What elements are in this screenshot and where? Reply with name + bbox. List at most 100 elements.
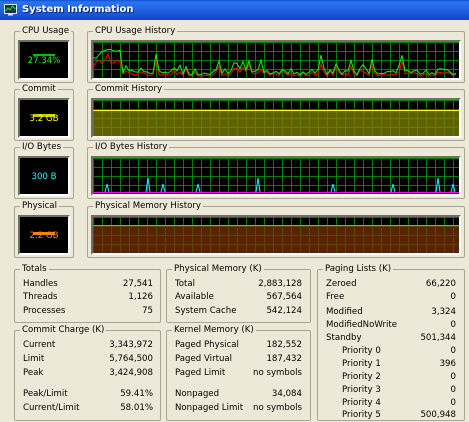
stat-label: Priority 4 [342, 398, 381, 408]
physical-history-group: Physical Memory History [87, 201, 465, 258]
io-history-group: I/O Bytes History [87, 142, 465, 199]
stat-row: Nonpaged Limit no symbols [175, 403, 302, 414]
title-bar[interactable]: System Information [0, 0, 469, 20]
commit-fill [93, 110, 459, 136]
stat-value: 3,324 [431, 307, 456, 317]
stat-label: Priority 3 [342, 385, 381, 395]
stat-row: Peak/Limit 59.41% [23, 389, 153, 400]
stat-row: Paged Physical 182,552 [175, 340, 302, 351]
commit-history-graph [91, 98, 461, 138]
stat-label: Threads [23, 292, 58, 302]
stat-value: 5,764,500 [109, 354, 153, 364]
physical-history-plot [93, 217, 459, 253]
io-bytes-group: I/O Bytes 300 B [14, 142, 74, 199]
commit-history-group: Commit History [87, 84, 465, 141]
stat-value: 1,126 [128, 292, 153, 302]
stat-label: Peak [23, 368, 44, 378]
stat-label: System Cache [175, 306, 237, 316]
stat-label: Priority 5 [342, 410, 381, 420]
stat-label: Free [326, 292, 345, 302]
stat-row: Total 2,883,128 [175, 279, 302, 290]
commit-label: Commit [20, 84, 58, 95]
cpu-usage-value: 27.34% [27, 56, 61, 66]
stat-value: 34,084 [271, 389, 302, 399]
stat-value: 396 [439, 359, 456, 369]
stat-value: 27,541 [122, 279, 153, 289]
stat-label: Peak/Limit [23, 389, 68, 399]
commit-meter: 3.2 GB [18, 98, 70, 138]
stat-value: 187,432 [266, 354, 302, 364]
stat-label: Standby [326, 333, 362, 343]
cpu-history-plot [93, 42, 459, 78]
stat-row: Priority 5 500,948 [342, 410, 456, 421]
io-history-label: I/O Bytes History [93, 142, 170, 153]
stat-row: System Cache 542,124 [175, 306, 302, 317]
stat-value: no symbols [253, 403, 302, 413]
io-history-plot [93, 158, 459, 194]
physical-fill [93, 225, 459, 253]
stat-value: 3,343,972 [109, 340, 153, 350]
cpu-history-graph [91, 40, 461, 80]
stat-row: Handles 27,541 [23, 279, 153, 290]
commit-charge-label: Commit Charge (K) [20, 325, 107, 336]
stat-value: 0 [450, 346, 456, 356]
stat-row: ModifiedNoWrite 0 [326, 320, 456, 331]
stat-value: 75 [142, 306, 153, 316]
stat-value: 58.01% [120, 403, 153, 413]
commit-history-label: Commit History [93, 84, 165, 95]
stat-label: Processes [23, 306, 66, 316]
physical-group: Physical 2.2 GB [14, 201, 74, 258]
totals-group: Totals Handles 27,541 Threads 1,126 Proces… [14, 264, 161, 323]
stat-row: Modified 3,324 [326, 307, 456, 318]
cpu-usage-meter: 27.34% [18, 40, 70, 80]
stat-label: Nonpaged [175, 389, 220, 399]
stat-value: 0 [450, 320, 456, 330]
stat-label: Limit [23, 354, 45, 364]
stat-row: Paged Virtual 187,432 [175, 354, 302, 365]
stat-label: ModifiedNoWrite [326, 320, 398, 330]
stat-row: Threads 1,126 [23, 292, 153, 303]
stat-label: Current [23, 340, 56, 350]
physical-meter: 2.2 GB [18, 215, 70, 255]
stat-row: Current 3,343,972 [23, 340, 153, 351]
stat-value: 66,220 [425, 279, 456, 289]
stat-label: Priority 2 [342, 372, 381, 382]
physical-history-graph [91, 215, 461, 255]
stat-value: 501,344 [420, 333, 456, 343]
stat-label: Paged Virtual [175, 354, 233, 364]
system-information-icon [4, 4, 17, 16]
cpu-history-label: CPU Usage History [93, 26, 178, 37]
stat-row: Zeroed 66,220 [326, 279, 456, 290]
stat-row: Priority 3 0 [342, 385, 456, 396]
paging-lists-label: Paging Lists (K) [323, 264, 394, 275]
stat-row: Priority 0 0 [342, 346, 456, 357]
stat-label: Modified [326, 307, 363, 317]
paging-lists-group: Paging Lists (K) Zeroed 66,220 Free 0 Modi… [317, 264, 465, 421]
physical-label: Physical [20, 201, 59, 212]
stat-value: 0 [450, 385, 456, 395]
io-history-graph [91, 156, 461, 196]
stat-label: Priority 0 [342, 346, 381, 356]
stat-label: Handles [23, 279, 58, 289]
stat-row: Peak 3,424,908 [23, 368, 153, 379]
cpu-usage-group: CPU Usage 27.34% [14, 26, 74, 83]
io-bytes-meter: 300 B [18, 156, 70, 196]
stat-value: 567,564 [266, 292, 302, 302]
physical-memory-label: Physical Memory (K) [172, 264, 264, 275]
stat-value: 59.41% [120, 389, 153, 399]
stat-value: 3,424,908 [109, 368, 153, 378]
physical-value: 2.2 GB [29, 231, 59, 241]
stat-row: Free 0 [326, 292, 456, 303]
commit-value: 3.2 GB [29, 114, 59, 124]
stat-row: Standby 501,344 [326, 333, 456, 344]
stat-label: Available [175, 292, 214, 302]
cpu-history-group: CPU Usage History [87, 26, 465, 83]
kernel-memory-label: Kernel Memory (K) [172, 325, 256, 336]
stat-row: Paged Limit no symbols [175, 368, 302, 379]
stat-value: 182,552 [266, 340, 302, 350]
commit-group: Commit 3.2 GB [14, 84, 74, 141]
stat-row: Processes 75 [23, 306, 153, 317]
stat-label: Total [175, 279, 196, 289]
physical-memory-group: Physical Memory (K) Total 2,883,128 Avail… [166, 264, 311, 323]
cpu-usage-label: CPU Usage [20, 26, 71, 37]
